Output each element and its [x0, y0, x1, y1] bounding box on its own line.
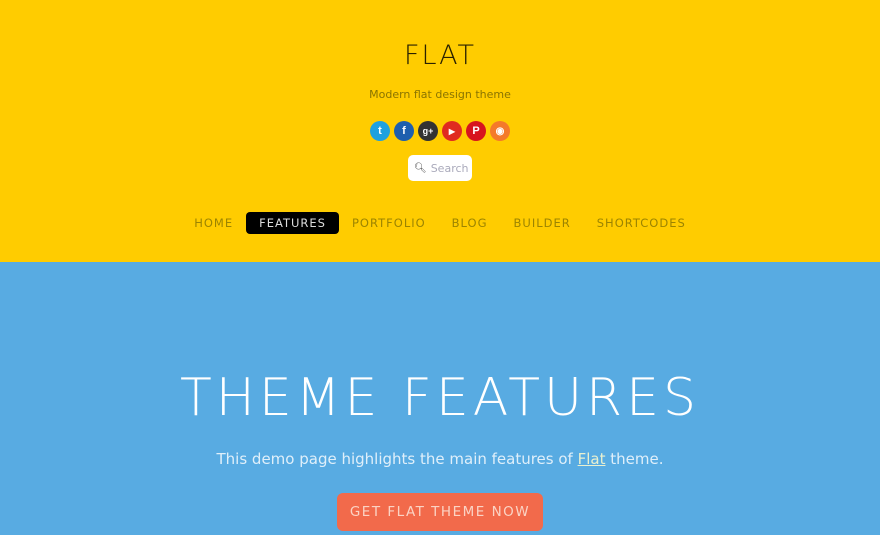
nav-item-blog[interactable]: BLOG	[439, 212, 501, 234]
youtube-icon[interactable]: ▶	[442, 121, 462, 141]
hero-title: THEME FEATURES	[179, 368, 701, 428]
nav-item-home[interactable]: HOME	[181, 212, 246, 234]
pinterest-icon[interactable]: P	[466, 121, 486, 141]
nav-item-features[interactable]: FEATURES	[246, 212, 339, 234]
flat-link[interactable]: Flat	[578, 450, 606, 468]
main-nav: HOME FEATURES PORTFOLIO BLOG BUILDER SHO…	[0, 212, 880, 234]
search-input[interactable]	[430, 161, 471, 175]
search-icon: 🔍︎	[414, 162, 427, 174]
social-links: t f g+ ▶ P ◉	[0, 121, 880, 141]
get-theme-button[interactable]: GET FLAT THEME NOW	[337, 493, 543, 531]
lead-text-before: This demo page highlights the main featu…	[216, 450, 578, 468]
site-header: FLAT Modern flat design theme t f g+ ▶ P…	[0, 0, 880, 262]
nav-item-portfolio[interactable]: PORTFOLIO	[339, 212, 439, 234]
site-tagline: Modern flat design theme	[369, 88, 511, 101]
rss-icon[interactable]: ◉	[490, 121, 510, 141]
site-title[interactable]: FLAT	[0, 40, 880, 71]
nav-item-shortcodes[interactable]: SHORTCODES	[584, 212, 699, 234]
lead-text-after: theme.	[605, 450, 664, 468]
hero-section: THEME FEATURES This demo page highlights…	[0, 262, 880, 535]
twitter-icon[interactable]: t	[370, 121, 390, 141]
facebook-icon[interactable]: f	[394, 121, 414, 141]
google-plus-icon[interactable]: g+	[418, 121, 438, 141]
nav-item-builder[interactable]: BUILDER	[501, 212, 584, 234]
hero-lead: This demo page highlights the main featu…	[0, 450, 880, 468]
search-box[interactable]: 🔍︎	[408, 155, 472, 181]
